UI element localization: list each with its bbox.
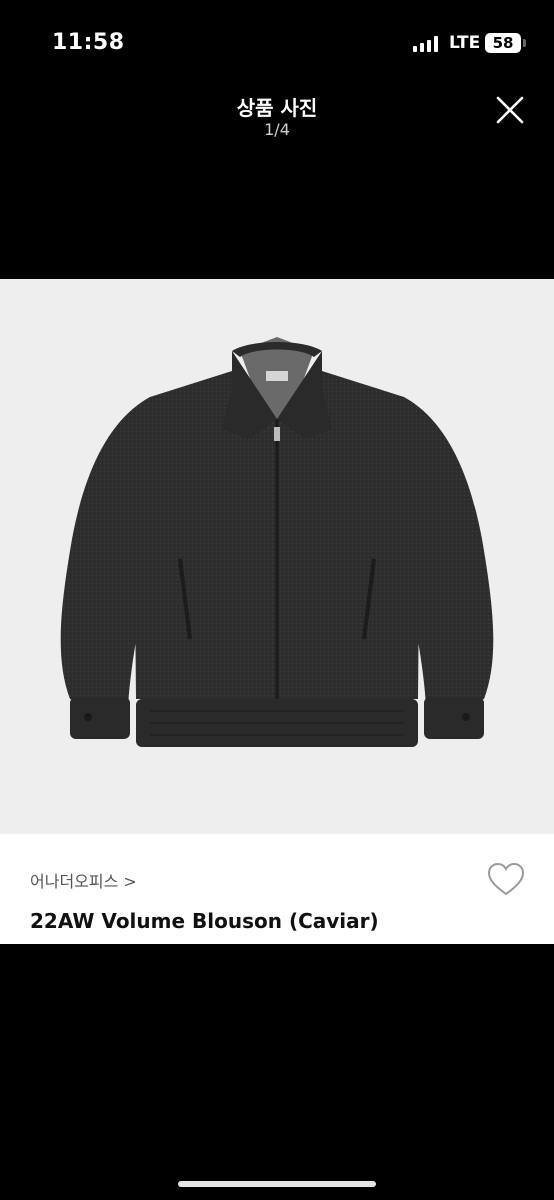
cellular-signal-icon (413, 36, 438, 52)
like-button[interactable] (487, 862, 525, 898)
status-bar: 11:58 LTE 58 (0, 0, 554, 90)
home-indicator[interactable] (178, 1181, 376, 1187)
jacket-right-cuff (424, 697, 484, 739)
battery-icon: 58 (485, 33, 521, 53)
product-name: 22AW Volume Blouson (Caviar) (30, 909, 379, 933)
brand-link[interactable]: 어나더오피스 > (30, 868, 137, 892)
product-photo[interactable] (0, 279, 554, 834)
page-title: 상품 사진 (236, 96, 318, 120)
jacket-image (60, 337, 494, 747)
jacket-label (266, 371, 288, 381)
product-info-panel: 어나더오피스 > 22AW Volume Blouson (Caviar) (0, 834, 554, 944)
photo-counter: 1/4 (264, 120, 290, 139)
heart-icon (487, 862, 525, 896)
photo-viewer-header: 상품 사진 1/4 (0, 88, 554, 158)
battery-tip (523, 39, 526, 47)
close-icon (496, 96, 524, 124)
network-type: LTE (449, 33, 481, 53)
status-time: 11:58 (52, 30, 125, 55)
jacket-left-cuff (70, 697, 130, 739)
close-button[interactable] (494, 94, 526, 126)
